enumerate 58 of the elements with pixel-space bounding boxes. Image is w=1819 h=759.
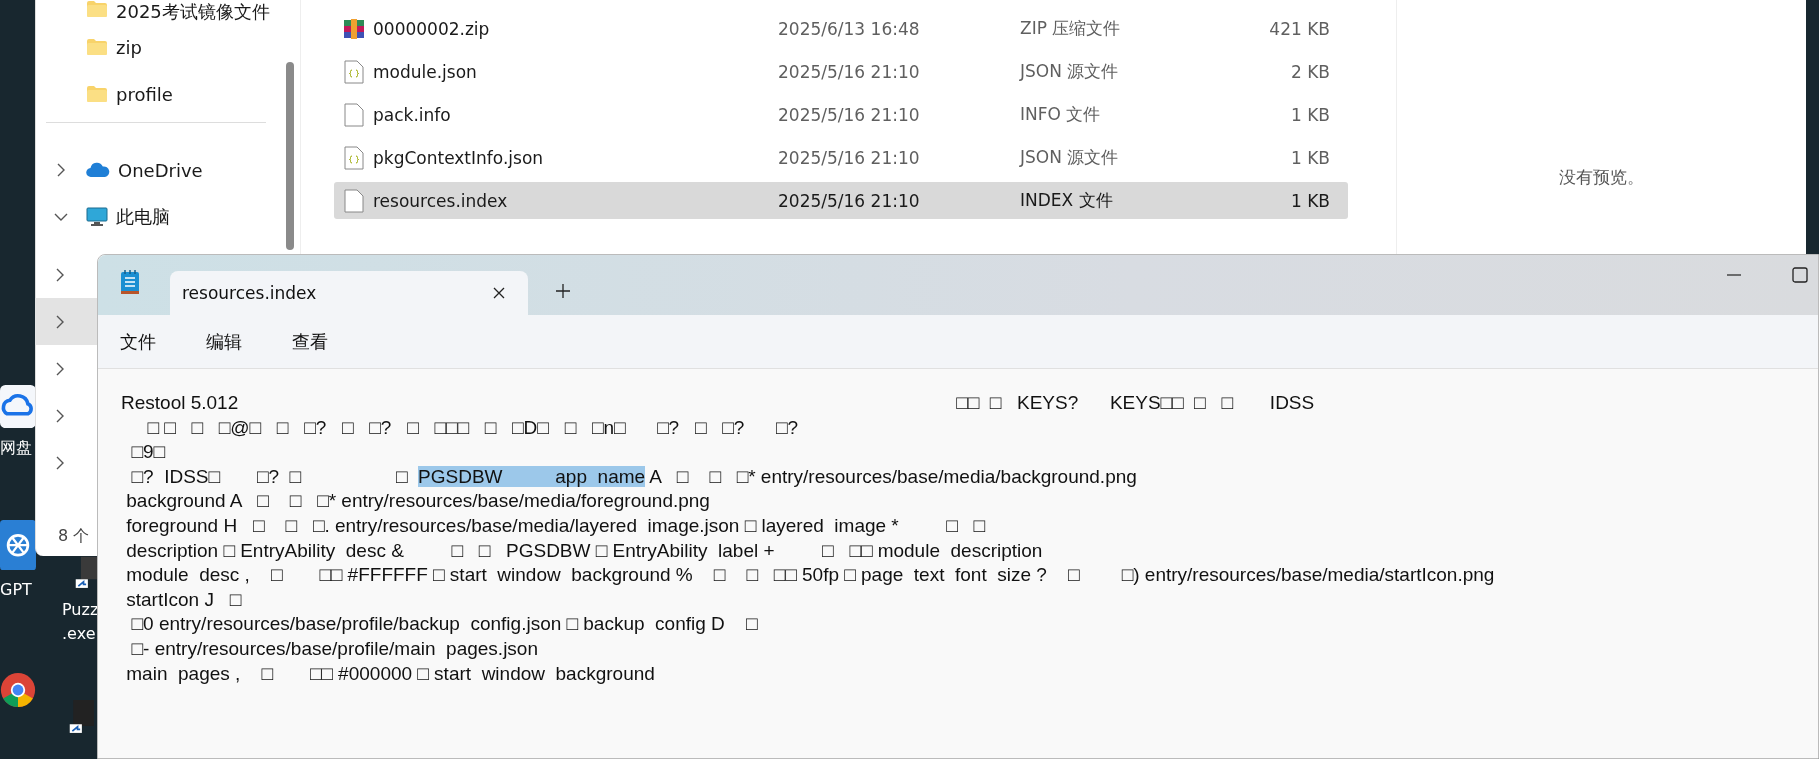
- chevron-right-icon[interactable]: [55, 455, 65, 470]
- file-icon: [343, 188, 365, 213]
- chevron-right-icon[interactable]: [55, 267, 65, 282]
- cloud-app-icon[interactable]: [0, 385, 36, 429]
- knot-logo-icon[interactable]: [0, 520, 36, 571]
- maximize-icon[interactable]: [1792, 267, 1808, 283]
- close-icon[interactable]: [492, 286, 506, 300]
- file-icon: [343, 102, 365, 127]
- nav-item[interactable]: 此电脑: [36, 204, 276, 230]
- text-line: □? IDSS□ □? □ □ PGSDBW app name A □ □ □* entry/resources/base/media/background.png: [130, 464, 1137, 489]
- file-row[interactable]: resources.index 2025/5/16 21:10 INDEX 文件 1 KB: [334, 182, 1348, 219]
- text-line: □ □ □ □@□ □ □? □ □? □ □□□ □ □D□ □ □n□ □? □ □? □?: [146, 415, 799, 440]
- code-file-icon: [343, 145, 365, 170]
- scrollbar-thumb[interactable]: [286, 62, 294, 250]
- item-count-text: 8 个: [58, 526, 90, 547]
- desktop-icon-label[interactable]: GPT: [0, 578, 32, 603]
- no-preview-text: 没有预览。: [1559, 166, 1644, 189]
- text-line: main pages , □ □□ #000000 □ start window background: [125, 661, 655, 686]
- menu-item[interactable]: 文件: [104, 323, 172, 360]
- folder-icon: [86, 85, 108, 103]
- text-line: startIcon J □: [125, 587, 242, 612]
- archive-icon: [343, 17, 365, 40]
- chevron-down-icon[interactable]: [54, 212, 68, 222]
- desktop-icon-label[interactable]: 网盘: [0, 436, 32, 461]
- chevron-right-icon[interactable]: [55, 408, 65, 423]
- cloud-icon: [86, 162, 110, 178]
- file-row[interactable]: 00000002.zip 2025/6/13 16:48 ZIP 压缩文件 421 KB: [334, 10, 1348, 47]
- text-line: Restool 5.012 □□ □ KEYS? KEYS□□ □ □ IDSS: [121, 391, 1315, 415]
- file-row[interactable]: module.json 2025/5/16 21:10 JSON 源文件 2 KB: [334, 53, 1348, 90]
- text-line: □9□: [130, 440, 166, 465]
- chevron-right-icon[interactable]: [56, 163, 66, 177]
- text-line: □- entry/resources/base/profile/main pages.json: [130, 636, 538, 661]
- desktop-icon-label[interactable]: Puzz .exe: [62, 597, 99, 646]
- monitor-icon: [86, 207, 108, 227]
- text-line: □0 entry/resources/base/profile/backup config.json □ backup config D □: [130, 612, 758, 637]
- text-line: description □ EntryAbility desc & □ □ PGSDBW □ EntryAbility label + □ □□ module description: [125, 538, 1043, 563]
- code-file-icon: [343, 59, 365, 84]
- text-line: foreground H □ □ □. entry/resources/base/media/layered image.json □ layered image * □ □: [125, 513, 986, 538]
- document-tab[interactable]: resources.index: [170, 271, 528, 315]
- nav-item[interactable]: zip: [36, 34, 276, 60]
- file-row[interactable]: pkgContextInfo.json 2025/5/16 21:10 JSON 源文件 1 KB: [334, 139, 1348, 176]
- menu-item[interactable]: 编辑: [190, 323, 258, 360]
- text-line: background A □ □ □* entry/resources/base/media/foreground.png: [125, 489, 710, 514]
- shortcut-icon[interactable]: [68, 700, 94, 735]
- minimize-icon[interactable]: [1726, 273, 1742, 277]
- chevron-right-icon[interactable]: [55, 361, 65, 376]
- browser-icon[interactable]: [0, 672, 36, 708]
- nav-item[interactable]: OneDrive: [36, 157, 276, 183]
- text-line: module desc , □ □□ #FFFFFF □ start window background % □ □ □□ 50fp □ page text font size ? □ □) entry/resources/base/media/startIcon.png: [125, 563, 1495, 588]
- menu-item[interactable]: 查看: [276, 323, 344, 360]
- chevron-right-icon[interactable]: [55, 314, 65, 329]
- file-row[interactable]: pack.info 2025/5/16 21:10 INFO 文件 1 KB: [334, 96, 1348, 133]
- folder-icon: [86, 38, 108, 56]
- new-tab-icon[interactable]: [555, 283, 571, 299]
- notepad-icon: [120, 269, 140, 295]
- nav-item[interactable]: 2025考试镜像文件: [36, 0, 276, 24]
- folder-icon: [86, 0, 108, 18]
- nav-item[interactable]: profile: [36, 81, 276, 107]
